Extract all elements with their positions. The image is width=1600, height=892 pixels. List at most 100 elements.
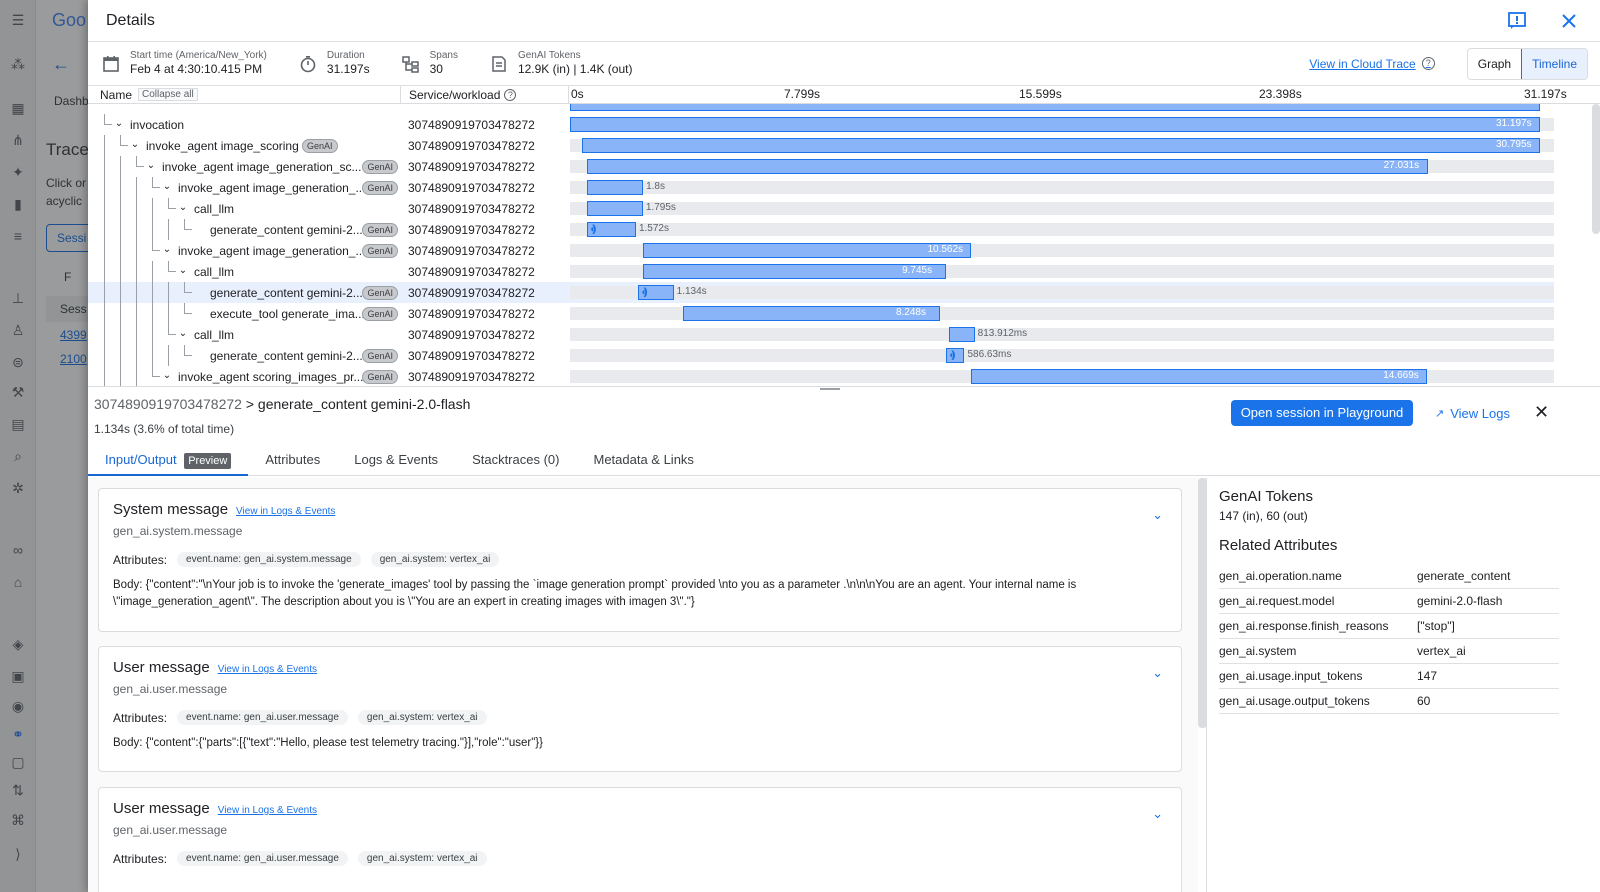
open-playground-button[interactable]: Open session in Playground bbox=[1231, 400, 1413, 426]
chevron-down-icon[interactable]: ⌄ bbox=[130, 140, 140, 150]
attributes-label: Attributes: bbox=[113, 851, 168, 866]
trace-span-row[interactable]: ⌄ call_llm 3074890919703478272 1.795s bbox=[88, 198, 1554, 219]
open-external-icon: ↗ bbox=[1435, 408, 1445, 420]
tab-input-output[interactable]: Input/Output Preview bbox=[88, 448, 249, 476]
trace-span-row[interactable] bbox=[88, 104, 1554, 114]
chevron-down-icon[interactable]: ⌄ bbox=[178, 266, 188, 276]
close-icon[interactable] bbox=[1556, 8, 1582, 34]
trace-span-row[interactable]: generate_content gemini-2... GenAI 3074890… bbox=[88, 345, 1554, 366]
trace-span-row[interactable]: execute_tool generate_ima... GenAI 3074890… bbox=[88, 303, 1554, 324]
span-bar[interactable] bbox=[587, 201, 643, 216]
attribute-row: gen_ai.response.finish_reasons ["stop"] bbox=[1219, 613, 1559, 639]
timeline-button[interactable]: Timeline bbox=[1521, 48, 1587, 79]
span-name: execute_tool generate_ima... bbox=[210, 306, 365, 321]
resize-handle[interactable] bbox=[820, 388, 840, 391]
breadcrumb-trace-id[interactable]: 3074890919703478272 bbox=[94, 396, 242, 412]
attribute-key: gen_ai.usage.output_tokens bbox=[1219, 688, 1417, 714]
chevron-down-icon[interactable]: ⌄ bbox=[162, 245, 172, 255]
trace-span-row[interactable]: generate_content gemini-2... GenAI 3074890… bbox=[88, 219, 1554, 240]
chevron-down-icon[interactable]: ⌄ bbox=[162, 371, 172, 381]
graph-button[interactable]: Graph bbox=[1468, 49, 1521, 79]
tree-guide bbox=[104, 156, 105, 177]
tab-input-output-label[interactable]: Input/Output bbox=[105, 452, 177, 467]
tab-metadata-links[interactable]: Metadata & Links bbox=[576, 448, 710, 476]
genai-side-panel: GenAI Tokens 147 (in), 60 (out) Related … bbox=[1206, 478, 1600, 892]
collapse-all-button[interactable]: Collapse all bbox=[138, 88, 198, 101]
attribute-row: gen_ai.system vertex_ai bbox=[1219, 638, 1559, 664]
attributes-label: Attributes: bbox=[113, 552, 168, 567]
view-in-cloud-trace-link[interactable]: View in Cloud Trace ? bbox=[1309, 57, 1435, 71]
view-logs-link[interactable]: ↗ View Logs bbox=[1435, 406, 1510, 421]
span-bar[interactable] bbox=[582, 138, 1540, 153]
span-bar[interactable] bbox=[587, 180, 644, 195]
chevron-down-icon[interactable]: ⌄ bbox=[162, 182, 172, 192]
help-icon[interactable]: ? bbox=[1421, 57, 1435, 70]
tree-guide bbox=[104, 366, 105, 386]
trace-scrollbar[interactable] bbox=[1592, 104, 1600, 234]
genai-badge: GenAI bbox=[362, 243, 398, 258]
attribute-key: gen_ai.operation.name bbox=[1219, 564, 1417, 589]
span-bar[interactable] bbox=[570, 104, 1540, 111]
span-bar[interactable] bbox=[587, 222, 636, 237]
span-name-cell: ⌄ invoke_agent scoring_images_pr... GenAI bbox=[88, 366, 400, 386]
attribute-value: ["stop"] bbox=[1417, 613, 1559, 639]
name-header-label: Name bbox=[100, 87, 133, 102]
span-bar[interactable] bbox=[643, 243, 972, 258]
timer-icon bbox=[297, 53, 319, 75]
attribute-value: gemini-2.0-flash bbox=[1417, 588, 1559, 614]
chevron-down-icon[interactable]: ⌄ bbox=[1152, 806, 1163, 822]
tab-logs-events[interactable]: Logs & Events bbox=[337, 448, 455, 476]
tree-guide bbox=[136, 324, 137, 345]
tree-guide bbox=[136, 219, 137, 240]
trace-span-row[interactable]: generate_content gemini-2... GenAI 3074890… bbox=[88, 282, 1554, 303]
tab-stacktraces[interactable]: Stacktraces (0) bbox=[455, 448, 576, 476]
help-icon[interactable]: ? bbox=[504, 88, 517, 101]
chevron-down-icon[interactable]: ⌄ bbox=[146, 161, 156, 171]
cloud-trace-link-label[interactable]: View in Cloud Trace bbox=[1309, 57, 1416, 71]
feedback-icon[interactable] bbox=[1504, 8, 1530, 34]
trace-span-row[interactable]: ⌄ invoke_agent image_generation_sc... GenA… bbox=[88, 156, 1554, 177]
span-bar[interactable] bbox=[587, 159, 1428, 174]
trace-span-row[interactable]: ⌄ invoke_agent image_scoring GenAI 30748909… bbox=[88, 135, 1554, 156]
trace-rows: ⌄ invocation 3074890919703478272 31.197s ⌄ in… bbox=[88, 104, 1600, 386]
trace-span-row[interactable]: ⌄ invoke_agent scoring_images_pr... GenAI 3… bbox=[88, 366, 1554, 386]
tree-guide bbox=[152, 324, 153, 345]
chevron-down-icon[interactable]: ⌄ bbox=[114, 119, 124, 129]
tree-guide bbox=[104, 282, 105, 303]
trace-span-row[interactable]: ⌄ call_llm 3074890919703478272 9.745s bbox=[88, 261, 1554, 282]
span-bar[interactable] bbox=[643, 264, 947, 279]
system-message-card: System message View in Logs & Events gen_… bbox=[98, 488, 1182, 632]
span-bar[interactable] bbox=[570, 117, 1540, 132]
trace-span-row[interactable]: ⌄ invoke_agent image_generation_... GenAI 3… bbox=[88, 240, 1554, 261]
attribute-row: gen_ai.operation.name generate_content bbox=[1219, 564, 1559, 589]
tree-guide bbox=[168, 345, 169, 366]
span-name: call_llm bbox=[194, 327, 235, 342]
span-name: call_llm bbox=[194, 201, 235, 216]
chevron-down-icon[interactable]: ⌄ bbox=[178, 329, 188, 339]
trace-span-row[interactable]: ⌄ invocation 3074890919703478272 31.197s bbox=[88, 114, 1554, 135]
trace-span-row[interactable]: ⌄ invoke_agent image_generation_... GenAI 3… bbox=[88, 177, 1554, 198]
view-in-logs-link[interactable]: View in Logs & Events bbox=[218, 664, 317, 675]
tokens-icon bbox=[488, 53, 510, 75]
span-name-cell: ⌄ call_llm bbox=[88, 324, 400, 345]
trace-span-row[interactable]: ⌄ call_llm 3074890919703478272 813.912ms bbox=[88, 324, 1554, 345]
service-cell: 3074890919703478272 bbox=[408, 348, 535, 363]
span-name-cell: ⌄ call_llm bbox=[88, 198, 400, 219]
name-column-header: Name Collapse all bbox=[88, 86, 400, 103]
close-icon[interactable]: ✕ bbox=[1534, 402, 1549, 423]
span-timeline-cell: 10.562s bbox=[568, 240, 1554, 261]
span-bar[interactable] bbox=[971, 369, 1428, 384]
chevron-down-icon[interactable]: ⌄ bbox=[1152, 507, 1163, 523]
chevron-down-icon[interactable]: ⌄ bbox=[1152, 665, 1163, 681]
span-bar[interactable] bbox=[949, 327, 975, 342]
service-cell: 3074890919703478272 bbox=[408, 243, 535, 258]
tree-guide bbox=[152, 219, 153, 240]
tree-guide bbox=[136, 177, 137, 198]
chevron-down-icon[interactable]: ⌄ bbox=[178, 203, 188, 213]
span-name: invoke_agent image_scoring bbox=[146, 138, 299, 153]
view-in-logs-link[interactable]: View in Logs & Events bbox=[236, 506, 335, 517]
view-logs-label[interactable]: View Logs bbox=[1450, 406, 1510, 421]
view-in-logs-link[interactable]: View in Logs & Events bbox=[218, 805, 317, 816]
attribute-value: generate_content bbox=[1417, 564, 1559, 589]
tab-attributes[interactable]: Attributes bbox=[248, 448, 337, 476]
